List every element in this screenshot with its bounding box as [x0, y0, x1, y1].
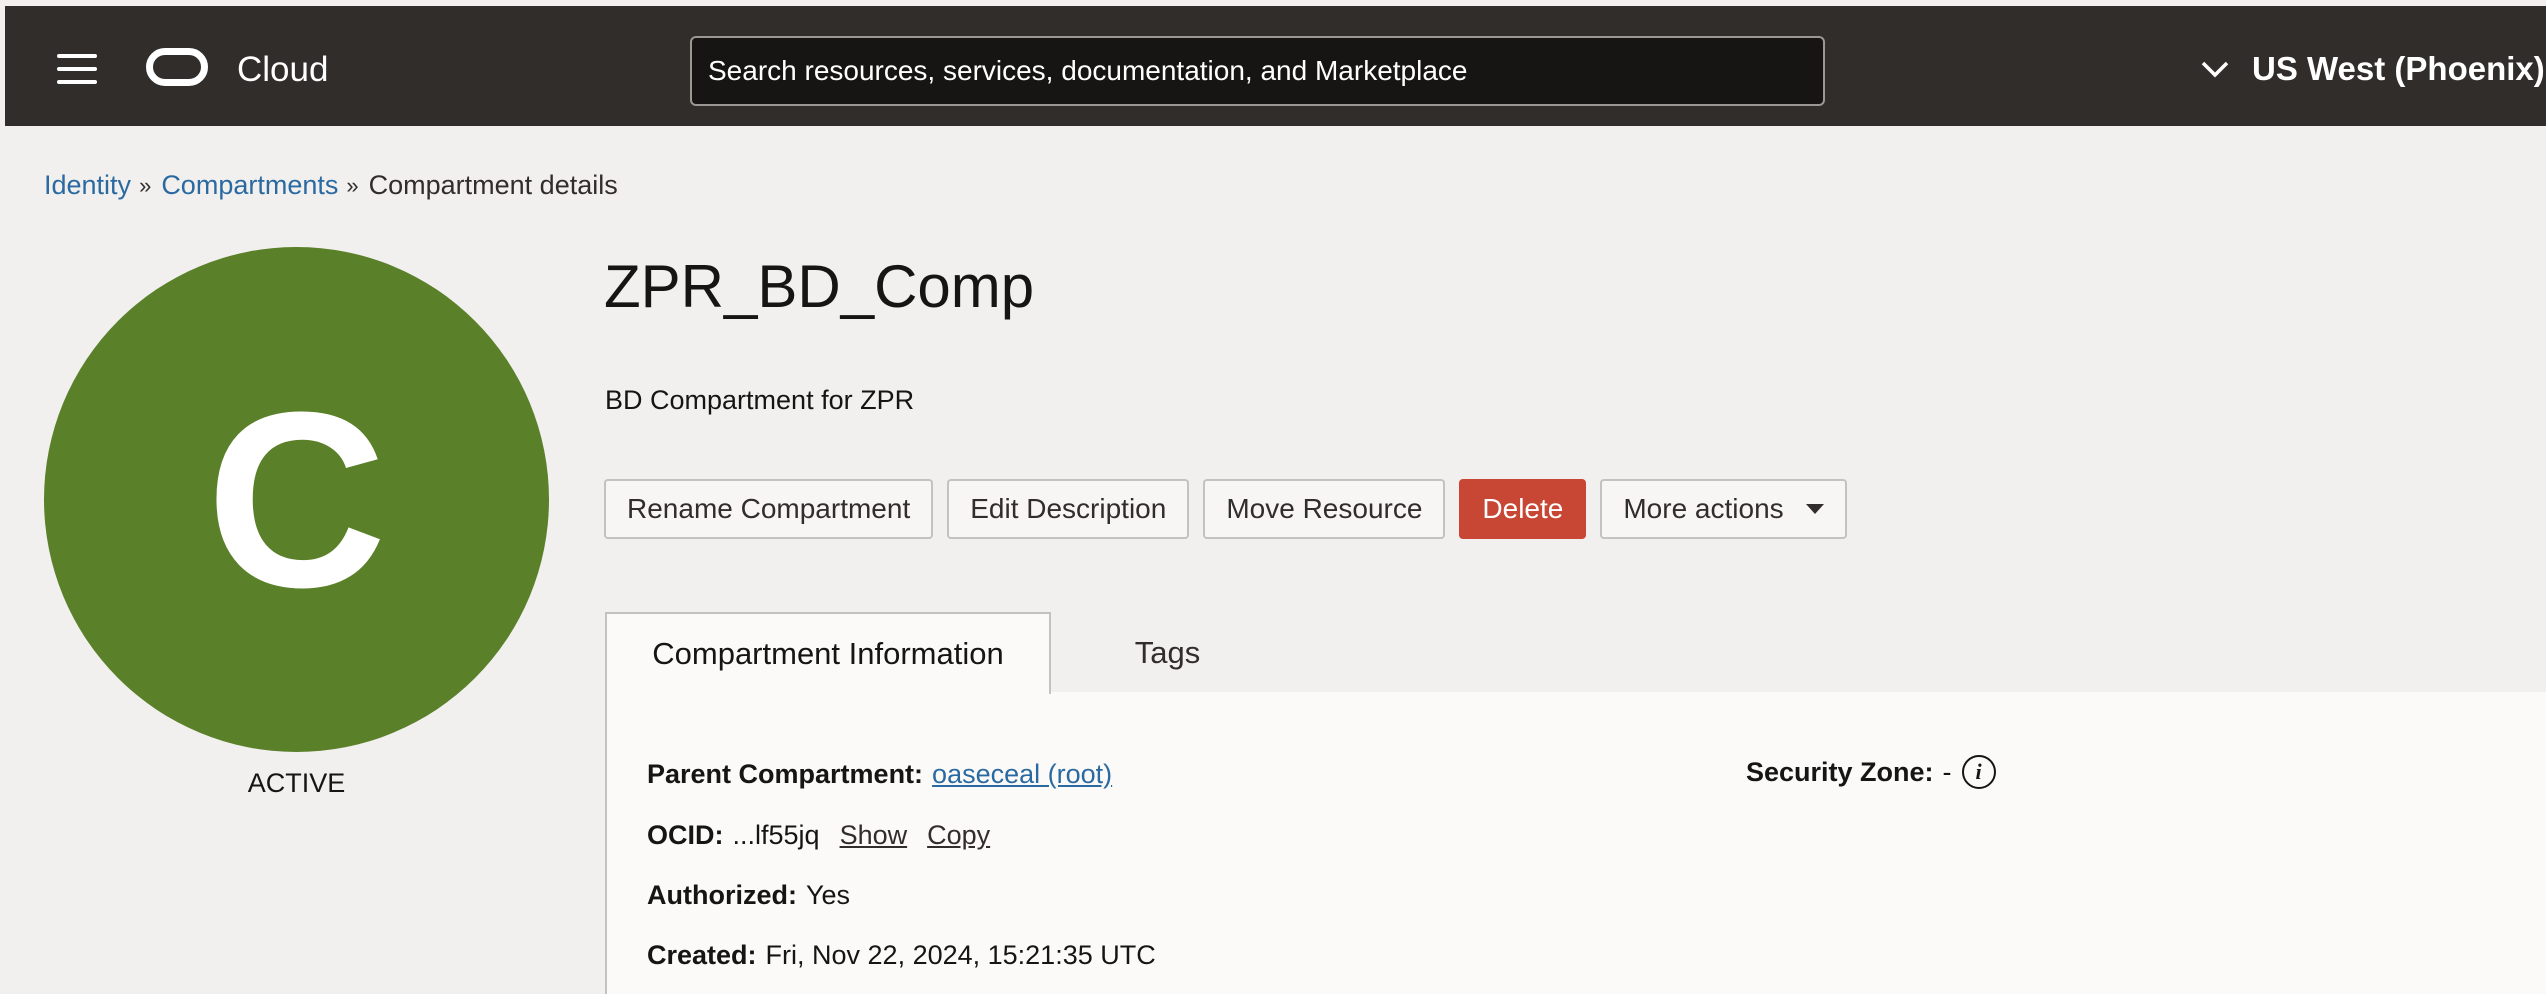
ocid-copy-link[interactable]: Copy [927, 820, 990, 851]
region-label: US West (Phoenix) [2252, 50, 2545, 87]
breadcrumb-current: Compartment details [368, 170, 618, 200]
created-value: Fri, Nov 22, 2024, 15:21:35 UTC [765, 940, 1156, 970]
authorized-label: Authorized: [647, 880, 797, 910]
info-icon[interactable]: i [1961, 755, 1996, 789]
created-row: Created: Fri, Nov 22, 2024, 15:21:35 UTC [647, 940, 1156, 971]
tab-bar: Compartment Information Tags [605, 612, 2546, 694]
status-label: ACTIVE [247, 768, 346, 798]
more-actions-button[interactable]: More actions [1600, 479, 1847, 539]
region-selector[interactable]: US West (Phoenix) [2200, 50, 2545, 88]
action-toolbar: Rename Compartment Edit Description Move… [604, 479, 1847, 539]
security-zone-value: - [1942, 756, 1952, 787]
breadcrumb-separator-icon: » [139, 172, 152, 198]
breadcrumb-separator-icon: » [346, 172, 359, 198]
security-zone-row: Security Zone: - i [1746, 755, 1996, 789]
more-actions-label: More actions [1623, 493, 1784, 524]
caret-down-icon [1805, 504, 1824, 514]
delete-button[interactable]: Delete [1459, 479, 1587, 539]
breadcrumb-compartments[interactable]: Compartments [161, 170, 338, 201]
breadcrumb: Identity » Compartments » Compartment de… [44, 170, 618, 201]
parent-compartment-label: Parent Compartment: [647, 759, 924, 789]
tab-compartment-information[interactable]: Compartment Information [605, 612, 1051, 694]
tab-tags[interactable]: Tags [1065, 612, 1270, 694]
authorized-value: Yes [805, 880, 851, 910]
created-label: Created: [647, 940, 757, 970]
authorized-row: Authorized: Yes [647, 880, 850, 911]
menu-icon[interactable] [57, 54, 97, 84]
parent-compartment-link[interactable]: oaseceal (root) [932, 759, 1112, 790]
ocid-show-link[interactable]: Show [840, 820, 908, 851]
oracle-logo-icon[interactable] [146, 48, 208, 86]
chevron-down-icon [2201, 61, 2229, 78]
edit-description-button[interactable]: Edit Description [947, 479, 1190, 539]
breadcrumb-identity[interactable]: Identity [44, 170, 131, 201]
brand-name: Cloud [237, 50, 329, 89]
ocid-value: ...lf55jq [732, 820, 820, 850]
security-zone-label: Security Zone: [1746, 756, 1934, 787]
ocid-label: OCID: [647, 820, 724, 850]
parent-compartment-row: Parent Compartment: oaseceal (root) [647, 759, 1112, 790]
rename-compartment-button[interactable]: Rename Compartment [604, 479, 934, 539]
compartment-info-panel: Parent Compartment: oaseceal (root) OCID… [605, 692, 2546, 994]
page-title: ZPR_BD_Comp [604, 253, 1035, 320]
search-input[interactable] [690, 36, 1825, 106]
compartment-avatar: C [44, 247, 549, 752]
move-resource-button[interactable]: Move Resource [1203, 479, 1446, 539]
top-navigation-bar: Cloud US West (Phoenix) [5, 6, 2546, 126]
ocid-row: OCID: ...lf55jq Show Copy [647, 820, 990, 851]
compartment-description: BD Compartment for ZPR [605, 385, 915, 415]
